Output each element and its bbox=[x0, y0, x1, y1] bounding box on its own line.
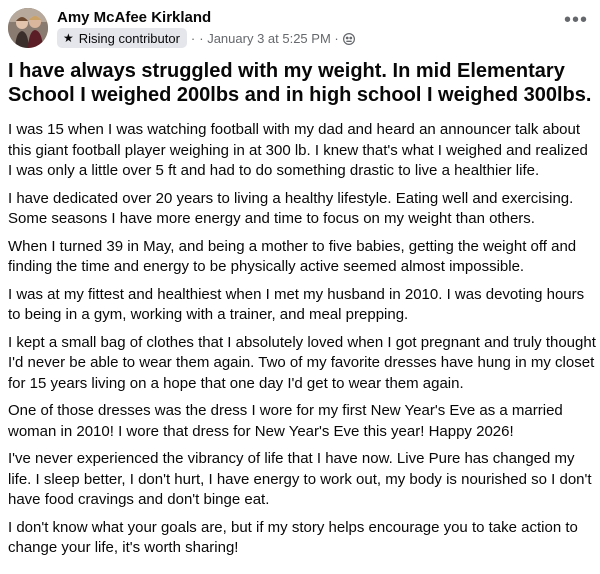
post-paragraph: I was 15 when I was watching football wi… bbox=[8, 121, 588, 179]
avatar-photo-icon bbox=[8, 8, 48, 48]
post-headline: I have always struggled with my weight. … bbox=[8, 60, 592, 106]
more-options-button[interactable]: ••• bbox=[564, 10, 588, 34]
meta-separator: · bbox=[190, 30, 196, 46]
post-paragraph: I kept a small bag of clothes that I abs… bbox=[8, 333, 596, 392]
author-name[interactable]: Amy McAfee Kirkland bbox=[57, 9, 211, 26]
globe-icon bbox=[342, 32, 355, 46]
post-paragraph: When I turned 39 in May, and being a mot… bbox=[8, 237, 577, 276]
post-body: I was 15 when I was watching football wi… bbox=[8, 120, 596, 566]
badge-label: Rising contributor bbox=[78, 30, 180, 46]
post-paragraph: I don't know what your goals are, but if… bbox=[8, 518, 578, 557]
post-meta: ★ Rising contributor · · January 3 at 5:… bbox=[57, 28, 355, 48]
contributor-badge[interactable]: ★ Rising contributor bbox=[57, 28, 187, 48]
post-paragraph: I have dedicated over 20 years to living… bbox=[8, 189, 574, 228]
post-paragraph: I've never experienced the vibrancy of l… bbox=[8, 450, 592, 508]
facebook-post: Amy McAfee Kirkland ★ Rising contributor… bbox=[0, 0, 600, 574]
star-icon: ★ bbox=[63, 31, 74, 45]
post-timestamp[interactable]: · January 3 at 5:25 PM · bbox=[199, 31, 338, 46]
post-header: Amy McAfee Kirkland ★ Rising contributor… bbox=[8, 8, 592, 52]
post-paragraph: I was at my fittest and healthiest when … bbox=[8, 285, 585, 324]
post-paragraph: One of those dresses was the dress I wor… bbox=[8, 402, 563, 440]
avatar[interactable] bbox=[8, 8, 48, 48]
